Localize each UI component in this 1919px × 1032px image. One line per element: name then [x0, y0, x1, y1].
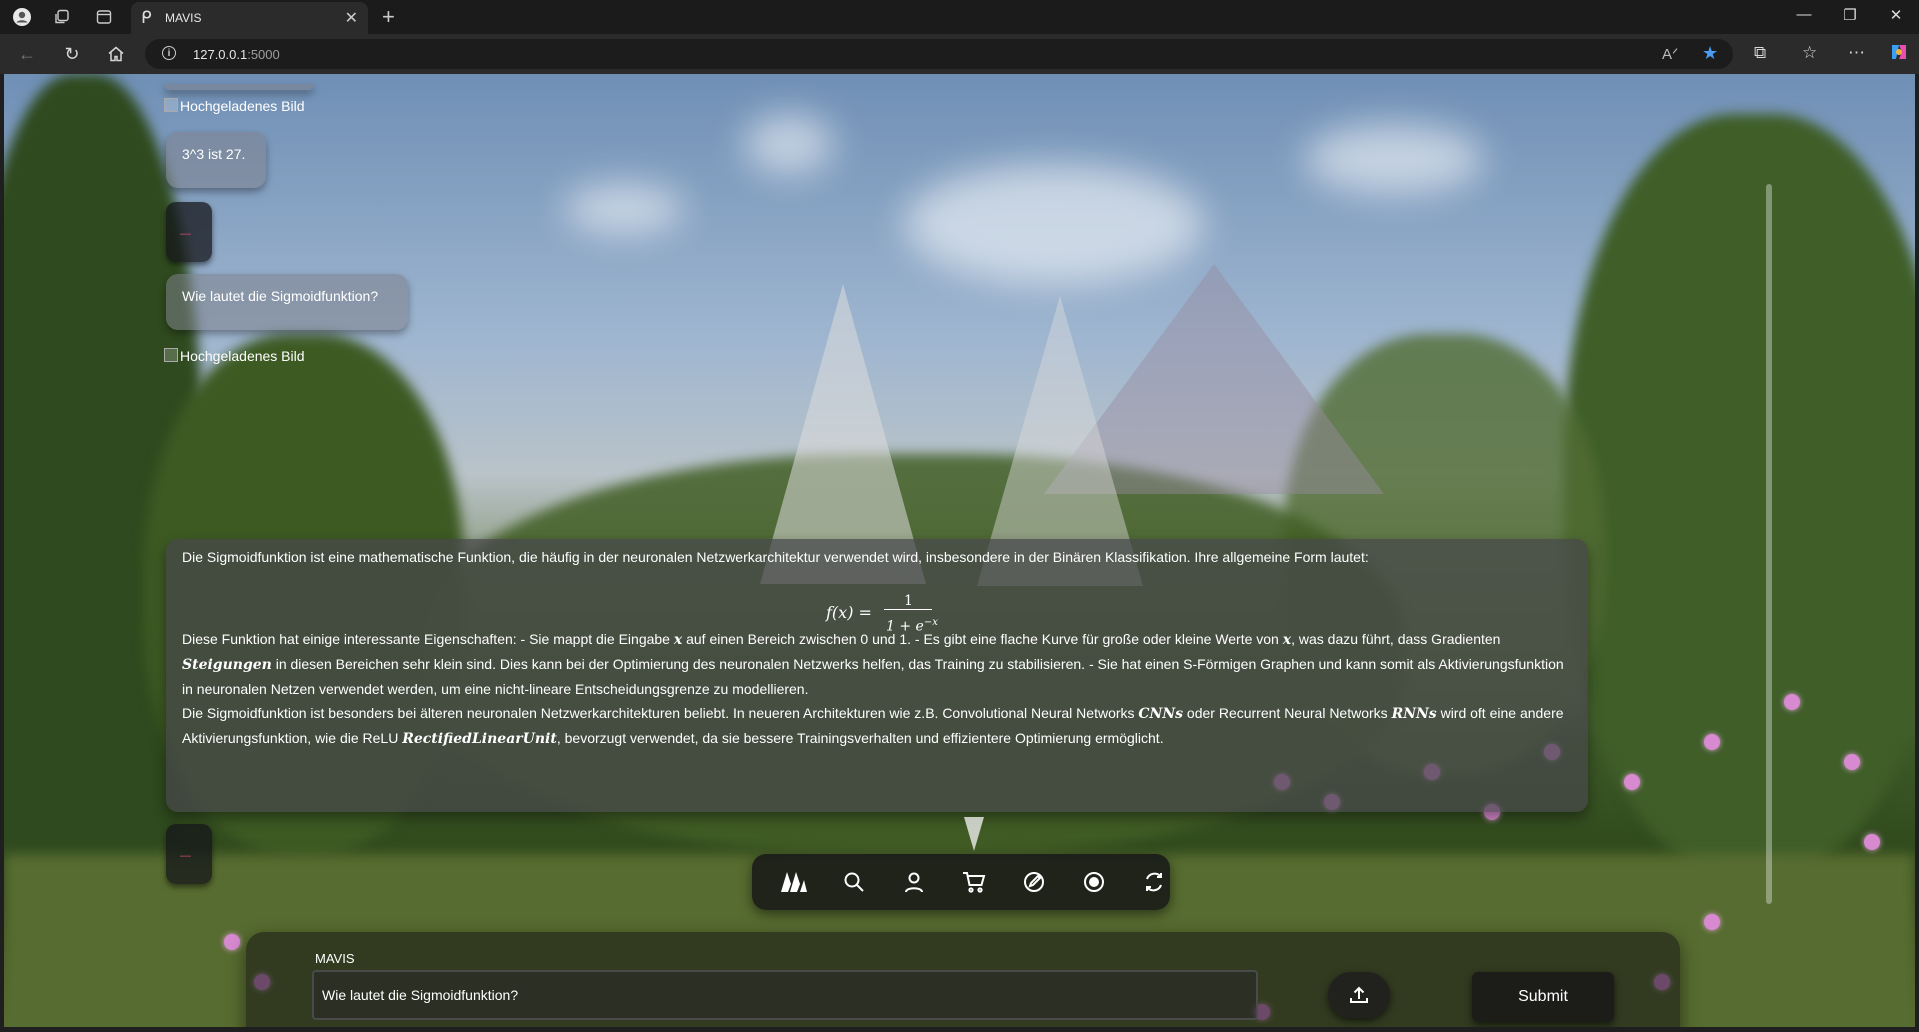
close-tab-icon[interactable]: ✕: [345, 8, 358, 28]
navigation-toolbar: [752, 854, 1170, 910]
minimize-icon[interactable]: —: [1794, 6, 1814, 23]
background-flower: [1704, 734, 1720, 750]
broken-image-icon: [164, 348, 178, 362]
mavis-favicon-icon: ᑭ: [141, 8, 152, 28]
background-flower: [1784, 694, 1800, 710]
message-input-panel: MAVIS Submit: [246, 932, 1680, 1027]
uploaded-image: Hochgeladenes Bild: [164, 98, 305, 114]
page-viewport: Hochgeladenes Bild 3^3 ist 27. — Wie lau…: [4, 74, 1915, 1027]
restore-icon[interactable]: ❐: [1840, 6, 1860, 24]
refresh-icon[interactable]: [1140, 868, 1168, 896]
url-field[interactable]: i 127.0.0.1:5000 Aᐟ ★: [145, 39, 1733, 69]
reload-icon[interactable]: ↻: [61, 43, 83, 65]
chat-message-empty: —: [166, 202, 212, 262]
broken-image-icon: [164, 98, 178, 112]
background-cloud: [564, 184, 684, 234]
chat-message-user: Wie lautet die Sigmoidfunktion?: [166, 274, 408, 330]
background-tree: [1564, 114, 1915, 874]
back-icon[interactable]: ←: [16, 43, 38, 65]
chat-message-assistant-answer: Die Sigmoidfunktion ist eine mathematisc…: [166, 539, 1588, 812]
extensions-icon[interactable]: ⧉: [1754, 43, 1766, 63]
new-tab-icon[interactable]: +: [382, 4, 395, 30]
mavis-logo-icon[interactable]: [780, 868, 808, 896]
upload-button[interactable]: [1328, 972, 1390, 1018]
record-icon[interactable]: [1080, 868, 1108, 896]
fraction-bar: [884, 609, 932, 610]
answer-paragraph-usage: Die Sigmoidfunktion ist besonders bei äl…: [182, 705, 1564, 747]
workspaces-icon[interactable]: [52, 7, 72, 27]
read-aloud-icon[interactable]: Aᐟ: [1662, 45, 1678, 63]
favorite-star-icon[interactable]: ★: [1702, 43, 1718, 64]
chat-scrollbar[interactable]: [1766, 184, 1772, 904]
home-icon[interactable]: [105, 43, 127, 65]
empty-indicator: —: [180, 850, 191, 862]
search-icon[interactable]: [840, 868, 868, 896]
background-flower: [224, 934, 240, 950]
tab-actions-icon[interactable]: [94, 7, 114, 27]
chat-message-empty: —: [166, 824, 212, 884]
background-cloud: [1304, 124, 1484, 194]
close-window-icon[interactable]: ✕: [1886, 6, 1906, 24]
upload-icon: [1350, 986, 1368, 1003]
background-flower: [1864, 834, 1880, 850]
site-info-icon[interactable]: i: [162, 46, 176, 60]
more-options-icon[interactable]: ⋯: [1848, 43, 1865, 63]
chat-message-assistant: 3^3 ist 27.: [166, 132, 266, 188]
address-bar: ← ↻ i 127.0.0.1:5000 Aᐟ ★ ⧉ ☆ ⋯: [0, 34, 1919, 74]
background-flower: [1704, 914, 1720, 930]
cart-icon[interactable]: [960, 868, 988, 896]
profile-icon[interactable]: [12, 7, 32, 27]
favorites-icon[interactable]: ☆: [1802, 43, 1817, 63]
browser-tab-bar: ᑭ MAVIS ✕ + — ❐ ✕: [0, 0, 1919, 34]
empty-indicator: —: [180, 228, 191, 240]
formula-lhs: f(x) =: [826, 603, 872, 622]
answer-intro: Die Sigmoidfunktion ist eine mathematisc…: [182, 549, 1369, 565]
uploaded-image: Hochgeladenes Bild: [164, 348, 305, 364]
background-flower: [1624, 774, 1640, 790]
background-cloud: [744, 114, 834, 174]
input-label: MAVIS: [315, 951, 355, 966]
answer-paragraph-properties: Diese Funktion hat einige interessante E…: [182, 631, 1564, 697]
mavis-logo-pointer: [964, 817, 984, 851]
message-text: 3^3 ist 27.: [182, 146, 246, 162]
copilot-icon[interactable]: [1888, 41, 1910, 68]
submit-button[interactable]: Submit: [1472, 972, 1614, 1022]
message-input[interactable]: [312, 970, 1258, 1020]
message-text: Wie lautet die Sigmoidfunktion?: [182, 288, 379, 304]
chat-message-partial: [164, 84, 314, 90]
url-text: 127.0.0.1:5000: [193, 47, 280, 62]
tab-title: MAVIS: [165, 11, 202, 25]
edit-icon[interactable]: [1020, 868, 1048, 896]
user-icon[interactable]: [900, 868, 928, 896]
background-flower: [1844, 754, 1860, 770]
tab-mavis[interactable]: ᑭ MAVIS ✕: [131, 2, 368, 34]
